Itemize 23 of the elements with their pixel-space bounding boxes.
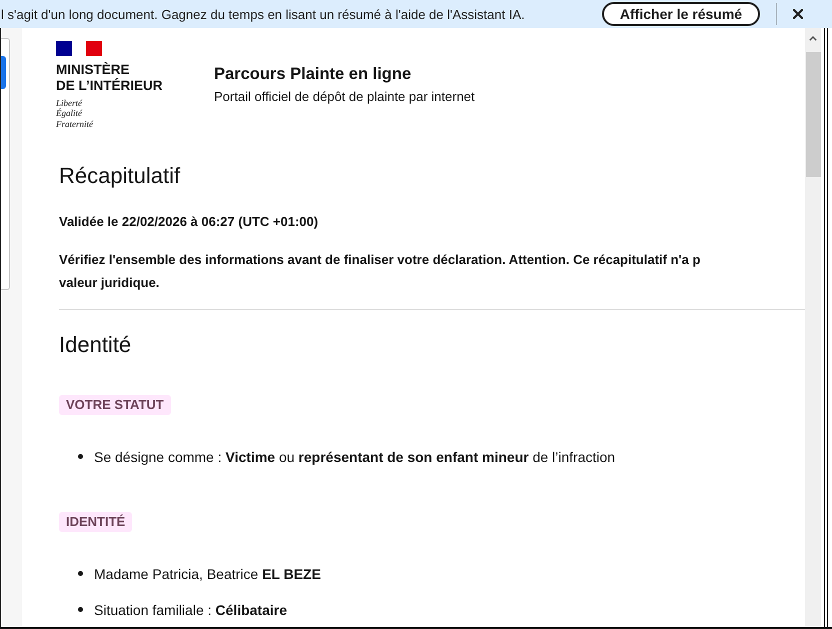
flag-icon	[56, 41, 102, 56]
show-summary-button[interactable]: Afficher le résumé	[602, 2, 760, 26]
site-subtitle: Portail officiel de dépôt de plainte par internet	[214, 89, 475, 105]
ministry-name: MINISTÈRE DE L’INTÉRIEUR	[56, 62, 163, 93]
summary-item: Se désigne comme : Victime ou représentant de son enfant mineur de l’infraction	[94, 448, 616, 467]
motto-text: Liberté Égalité Fraternité	[56, 98, 93, 129]
banner-message: l s'agit d'un long document. Gagnez du temps en lisant un résumé à l'aide de l'Assistant IA.	[1, 6, 525, 22]
category-tag: VOTRE STATUT	[59, 394, 171, 415]
bullet-icon	[78, 571, 83, 576]
category-tag: IDENTITÉ	[59, 512, 132, 532]
page-heading: Récapitulatif	[59, 162, 182, 190]
validation-date: Validée le 22/02/2026 à 06:27 (UTC +01:00)	[59, 212, 320, 231]
close-icon[interactable]	[793, 9, 803, 19]
section-heading: Identité	[59, 330, 132, 359]
scroll-up-icon[interactable]	[809, 36, 817, 41]
bullet-icon	[78, 607, 83, 612]
side-tab[interactable]	[1, 56, 6, 89]
scrollbar-thumb[interactable]	[806, 52, 820, 177]
site-title: Parcours Plainte en ligne	[214, 64, 412, 84]
summary-item: Madame Patricia, Beatrice EL BEZE	[94, 564, 321, 584]
bullet-icon	[78, 454, 83, 460]
summary-item: Situation familiale : Célibataire	[94, 600, 287, 620]
notice-text: Vérifiez l'ensemble des informations avant de finaliser votre déclaration. Attention. Ce récapitulatif n'a p valeur juridique.	[59, 250, 700, 292]
